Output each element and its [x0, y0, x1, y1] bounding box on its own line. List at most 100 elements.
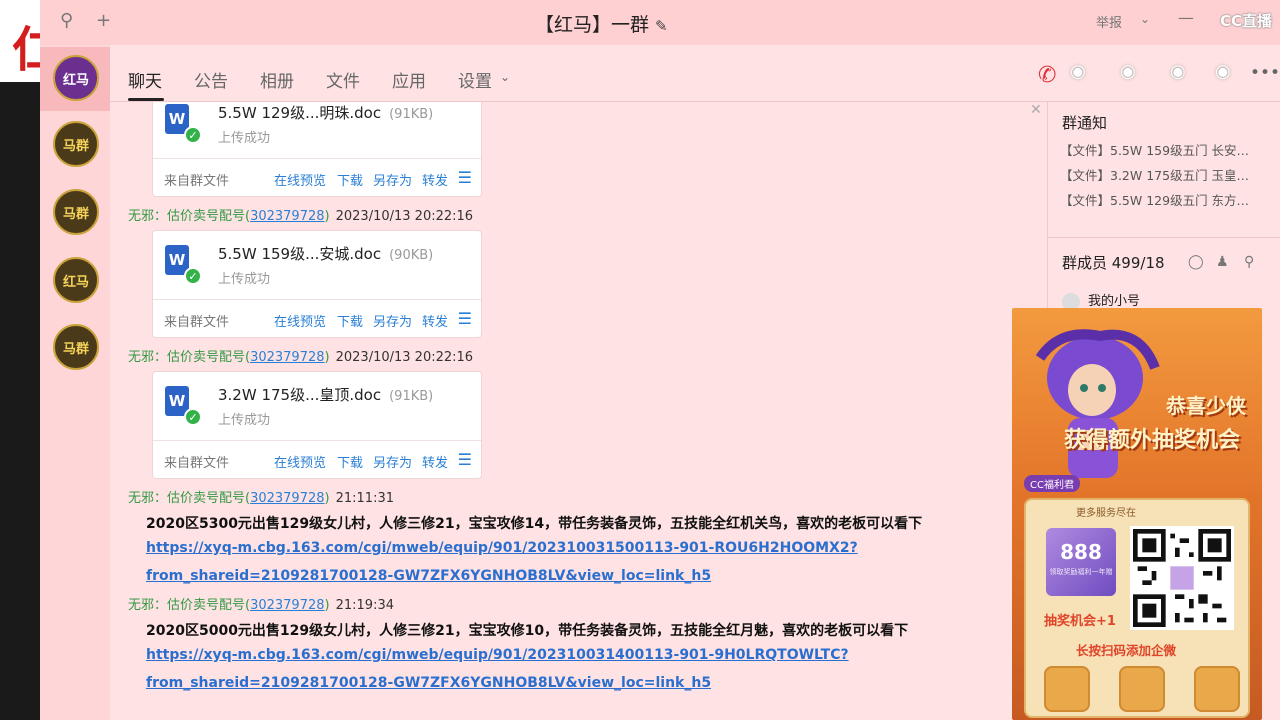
sidebar-group-avatar-2[interactable]: 马群 [53, 121, 99, 167]
sender-qq-link[interactable]: 302379728 [250, 209, 324, 224]
message-time: 21:11:31 [335, 491, 394, 506]
file-source: 来自群文件 [164, 174, 230, 189]
file-name-text: 5.5W 129级...明珠.doc [218, 104, 382, 122]
close-icon[interactable]: ✕ [1030, 102, 1042, 118]
reward-item-icon [1194, 666, 1240, 712]
preview-link[interactable]: 在线预览 [274, 452, 326, 471]
file-message-card[interactable]: W ✓ 5.5W 159级...安城.doc (90KB) 上传成功 来自群文件 … [152, 230, 482, 338]
group-sidebar: 红马 马群 马群 红马 马群 [40, 45, 110, 720]
download-link[interactable]: 下载 [337, 452, 363, 471]
forward-link[interactable]: 转发 [422, 170, 448, 189]
menu-icon[interactable]: ☰ [458, 450, 472, 469]
avatar-label: 马群 [62, 341, 89, 357]
message-sender: 无邪：估价卖号配号(302379728) 2023/10/13 20:22:16 [128, 205, 473, 224]
message-link-continued[interactable]: from_shareid=2109281700128-GW7ZFX6YGNHOB… [146, 568, 711, 584]
background-strip [0, 0, 40, 720]
invite-member-icon[interactable]: ♟ [1216, 254, 1229, 270]
window-title: 【红马】一群 ✎ [535, 10, 668, 37]
notice-item[interactable]: 【文件】3.2W 175级五门 玉皇… [1060, 165, 1275, 184]
tab-album[interactable]: 相册 [260, 67, 294, 92]
menu-icon[interactable]: ☰ [458, 168, 472, 187]
sidebar-group-avatar-3[interactable]: 马群 [53, 189, 99, 235]
more-options-icon[interactable]: ••• [1250, 63, 1280, 83]
download-link[interactable]: 下载 [337, 311, 363, 330]
sidebar-group-avatar-5[interactable]: 马群 [53, 324, 99, 370]
message-link[interactable]: https://xyq-m.cbg.163.com/cgi/mweb/equip… [146, 540, 858, 556]
search-icon[interactable]: ⚲ [60, 10, 73, 31]
message-link[interactable]: https://xyq-m.cbg.163.com/cgi/mweb/equip… [146, 647, 849, 663]
add-icon[interactable]: + [96, 10, 111, 31]
save-as-link[interactable]: 另存为 [373, 311, 412, 330]
file-size: (91KB) [389, 107, 434, 122]
message-sender: 无邪：估价卖号配号(302379728) 21:11:31 [128, 487, 394, 506]
character-illustration [1035, 329, 1160, 478]
reward-badge: 888 领取奖励福利一年赠 [1046, 528, 1116, 596]
settings-chevron-icon[interactable]: ⌄ [500, 70, 510, 84]
preview-link[interactable]: 在线预览 [274, 170, 326, 189]
avatar-label: 红马 [62, 274, 89, 290]
sender-qq-link[interactable]: 302379728 [250, 598, 324, 613]
notice-item[interactable]: 【文件】5.5W 129级五门 东方… [1060, 190, 1275, 209]
message-text: 2020区5300元出售129级女儿村，人修三修21，宝宝攻修14，带任务装备灵… [146, 516, 923, 532]
member-manage-icon[interactable]: ◯ [1188, 254, 1204, 270]
sidebar-group-avatar-1[interactable]: 红马 [53, 55, 99, 101]
file-source: 来自群文件 [164, 315, 230, 330]
forward-link[interactable]: 转发 [422, 311, 448, 330]
preview-link[interactable]: 在线预览 [274, 311, 326, 330]
file-actions: 来自群文件 在线预览 下载 另存为 转发 ☰ [153, 158, 481, 198]
notice-title: 群通知 [1062, 114, 1108, 132]
minimize-icon[interactable]: — [1178, 8, 1194, 27]
ad-panel-heading: 更多服务尽在 [1076, 508, 1136, 519]
phone-call-icon[interactable]: ✆ [1038, 63, 1056, 88]
save-as-link[interactable]: 另存为 [373, 452, 412, 471]
file-name: 3.2W 175级...皇顶.doc (91KB) [218, 384, 433, 405]
message-link-continued[interactable]: from_shareid=2109281700128-GW7ZFX6YGNHOB… [146, 675, 711, 691]
report-button[interactable]: 举报 [1096, 12, 1122, 31]
file-info: W ✓ 5.5W 129级...明珠.doc (91KB) 上传成功 [153, 102, 481, 158]
tab-chat[interactable]: 聊天 [128, 67, 162, 92]
tab-files[interactable]: 文件 [326, 67, 360, 92]
file-info: W ✓ 3.2W 175级...皇顶.doc (91KB) 上传成功 [153, 372, 481, 440]
message-time: 2023/10/13 20:22:16 [335, 350, 474, 365]
sidebar-group-avatar-4[interactable]: 红马 [53, 257, 99, 303]
title-bar: ⚲ + 【红马】一群 ✎ 举报 ⌄ — CC直播 [40, 0, 1280, 45]
cc-welfare-tag: CC福利君 [1024, 475, 1080, 492]
search-member-icon[interactable]: ⚲ [1244, 254, 1254, 270]
save-as-link[interactable]: 另存为 [373, 170, 412, 189]
file-status: 上传成功 [218, 413, 271, 428]
file-actions: 来自群文件 在线预览 下载 另存为 转发 ☰ [153, 440, 481, 480]
message-sender: 无邪：估价卖号配号(302379728) 21:19:34 [128, 594, 394, 613]
forward-link[interactable]: 转发 [422, 452, 448, 471]
file-message-card[interactable]: W ✓ 5.5W 129级...明珠.doc (91KB) 上传成功 来自群文件 … [152, 102, 482, 197]
upload-success-check-icon: ✓ [184, 267, 202, 285]
message-sender: 无邪：估价卖号配号(302379728) 2023/10/13 20:22:16 [128, 346, 473, 365]
sender-qq-link[interactable]: 302379728 [250, 491, 324, 506]
qr-code[interactable] [1130, 526, 1234, 630]
chevron-down-icon[interactable]: ⌄ [1140, 12, 1150, 26]
file-status: 上传成功 [218, 272, 271, 287]
chat-message-list[interactable]: ✕ W ✓ 5.5W 129级...明珠.doc (91KB) 上传成功 来自群文… [110, 102, 1047, 720]
scan-instruction: 长按扫码添加企微 [1076, 643, 1177, 658]
lottery-text: 抽奖机会+1 [1044, 614, 1116, 629]
ad-headline: 恭喜少侠 [1166, 394, 1246, 418]
file-info: W ✓ 5.5W 159级...安城.doc (90KB) 上传成功 [153, 231, 481, 299]
file-actions: 来自群文件 在线预览 下载 另存为 转发 ☰ [153, 299, 481, 339]
download-link[interactable]: 下载 [337, 170, 363, 189]
members-title: 群成员 499/18 [1062, 254, 1165, 272]
file-name: 5.5W 159级...安城.doc (90KB) [218, 243, 433, 264]
message-time: 2023/10/13 20:22:16 [335, 209, 474, 224]
cc-overlay-logo-icon: ◉ [1070, 61, 1086, 82]
sender-paren: ) [324, 350, 330, 365]
tab-apps[interactable]: 应用 [392, 67, 426, 92]
file-message-card[interactable]: W ✓ 3.2W 175级...皇顶.doc (91KB) 上传成功 来自群文件 … [152, 371, 482, 479]
edit-pencil-icon[interactable]: ✎ [655, 17, 668, 35]
active-tab-indicator [128, 98, 164, 101]
file-source: 来自群文件 [164, 456, 230, 471]
tab-announcement[interactable]: 公告 [194, 67, 228, 92]
promo-ad-overlay[interactable]: 恭喜少侠 获得额外抽奖机会 CC福利君 更多服务尽在 888 领取奖励福利一年赠… [1012, 308, 1262, 720]
notice-item[interactable]: 【文件】5.5W 159级五门 长安… [1060, 140, 1275, 159]
menu-icon[interactable]: ☰ [458, 309, 472, 328]
sender-qq-link[interactable]: 302379728 [250, 350, 324, 365]
sender-name: 无邪：估价卖号配号( [128, 209, 251, 224]
tab-settings[interactable]: 设置 [458, 67, 492, 92]
